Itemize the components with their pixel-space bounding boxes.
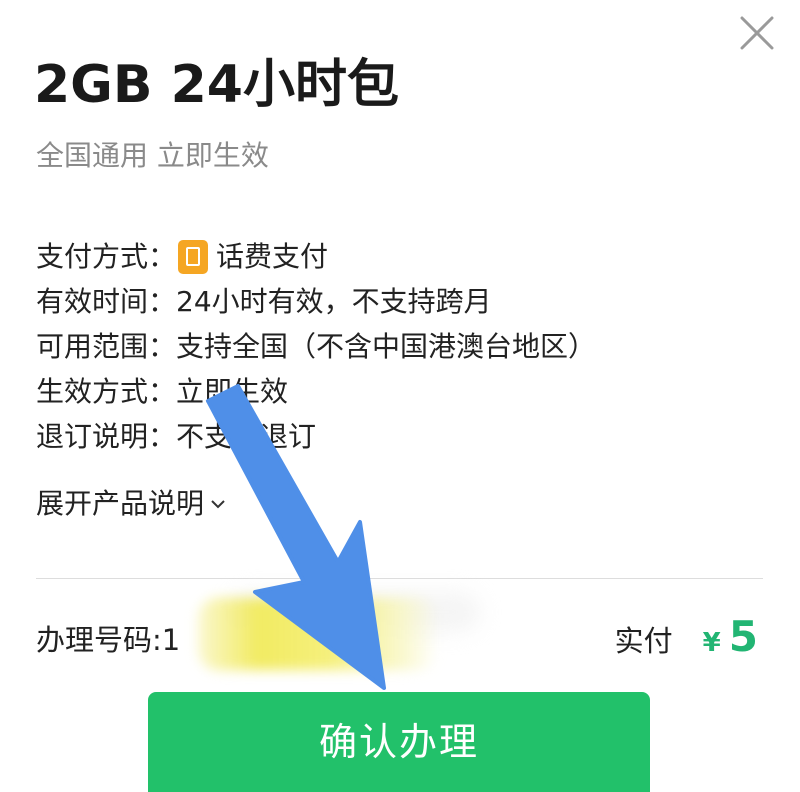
detail-row-valid-time: 有效时间 ： 24小时有效，不支持跨月 (36, 279, 596, 324)
detail-value: 立即生效 (176, 375, 289, 408)
detail-colon: ： (148, 285, 177, 318)
detail-row-payment-method: 支付方式 ： 话费支付 (36, 234, 596, 279)
total-payment-amount: 5 (728, 612, 758, 661)
divider (36, 578, 763, 579)
detail-colon: ： (148, 330, 177, 363)
payment-method-value: 话费支付 (216, 240, 329, 273)
currency-symbol: ¥ (702, 628, 721, 658)
detail-value: 不支持退订 (176, 420, 317, 453)
detail-value: 24小时有效，不支持跨月 (176, 285, 492, 318)
chevron-down-icon (211, 500, 225, 509)
total-payment: 实付 ¥ 5 (615, 612, 758, 661)
package-title: 2GB 24小时包 (34, 55, 399, 115)
total-payment-label: 实付 (614, 624, 673, 658)
detail-row-unsubscribe: 退订说明 ： 不支持退订 (36, 414, 596, 459)
close-icon (740, 16, 774, 50)
detail-value: 话费支付 (176, 234, 328, 279)
redaction-highlight (198, 598, 438, 670)
detail-value: 支持全国（不含中国港澳台地区） (176, 330, 597, 363)
detail-label: 退订说明 (36, 420, 149, 453)
confirm-button[interactable]: 确认办理 (148, 692, 650, 792)
detail-label: 支付方式 (36, 240, 149, 273)
detail-label: 有效时间 (36, 285, 149, 318)
expand-label: 展开产品说明 (36, 487, 205, 520)
phone-number-label: 办理号码:1 (36, 623, 181, 657)
detail-colon: ： (148, 240, 177, 273)
package-details: 支付方式 ： 话费支付 有效时间 ： 24小时有效，不支持跨月 可用范围 ： 支… (36, 234, 596, 459)
detail-label: 可用范围 (36, 330, 149, 363)
detail-colon: ： (148, 420, 177, 453)
phone-bill-icon (178, 239, 209, 274)
expand-product-description[interactable]: 展开产品说明 (36, 484, 226, 524)
detail-row-activation: 生效方式 ： 立即生效 (36, 369, 596, 414)
detail-row-coverage: 可用范围 ： 支持全国（不含中国港澳台地区） (36, 324, 596, 369)
close-button[interactable] (736, 12, 778, 54)
detail-label: 生效方式 (36, 375, 149, 408)
package-subtitle: 全国通用 立即生效 (36, 139, 269, 172)
detail-colon: ： (148, 375, 177, 408)
